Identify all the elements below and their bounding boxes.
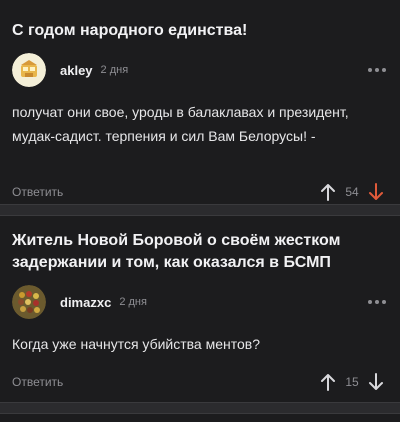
comment-text: получат они свое, уроды в балаклавах и п… xyxy=(12,104,349,144)
more-dots-icon[interactable] xyxy=(366,64,388,76)
comment-time: 2 дня xyxy=(119,296,147,308)
comment-actions: Ответить 54 xyxy=(12,181,384,203)
avatar-image-icon xyxy=(12,285,46,319)
card-divider xyxy=(0,204,400,216)
arrow-down-icon[interactable] xyxy=(368,373,384,391)
post-title[interactable]: Житель Новой Боровой о своём жестком зад… xyxy=(12,230,388,274)
comment-time: 2 дня xyxy=(100,64,129,76)
avatar-image-icon xyxy=(12,53,46,87)
arrow-up-icon[interactable] xyxy=(320,183,336,201)
more-dots-icon[interactable] xyxy=(366,296,388,308)
vote-score: 15 xyxy=(345,375,359,389)
avatar[interactable] xyxy=(12,285,46,319)
author-name[interactable]: dimazxc xyxy=(60,295,111,310)
vote-controls: 15 xyxy=(320,373,384,391)
comment-actions: Ответить 15 xyxy=(12,371,384,393)
reply-button[interactable]: Ответить xyxy=(12,375,63,389)
comment-header: dimazxc 2 дня xyxy=(12,284,388,320)
comment-text: Когда уже начнутся убийства ментов? xyxy=(12,336,261,352)
avatar[interactable] xyxy=(12,53,46,87)
vote-score: 54 xyxy=(345,185,359,199)
vote-controls: 54 xyxy=(320,183,384,201)
author-name[interactable]: akley xyxy=(60,63,93,78)
arrow-down-icon[interactable] xyxy=(368,183,384,201)
post-card: С годом народного единства! akley 2 дня … xyxy=(0,0,400,204)
arrow-up-icon[interactable] xyxy=(320,373,336,391)
post-card: Житель Новой Боровой о своём жестком зад… xyxy=(0,216,400,402)
reply-button[interactable]: Ответить xyxy=(12,185,63,199)
post-title[interactable]: С годом народного единства! xyxy=(12,20,388,42)
comment-header: akley 2 дня xyxy=(12,52,388,88)
card-divider xyxy=(0,402,400,414)
